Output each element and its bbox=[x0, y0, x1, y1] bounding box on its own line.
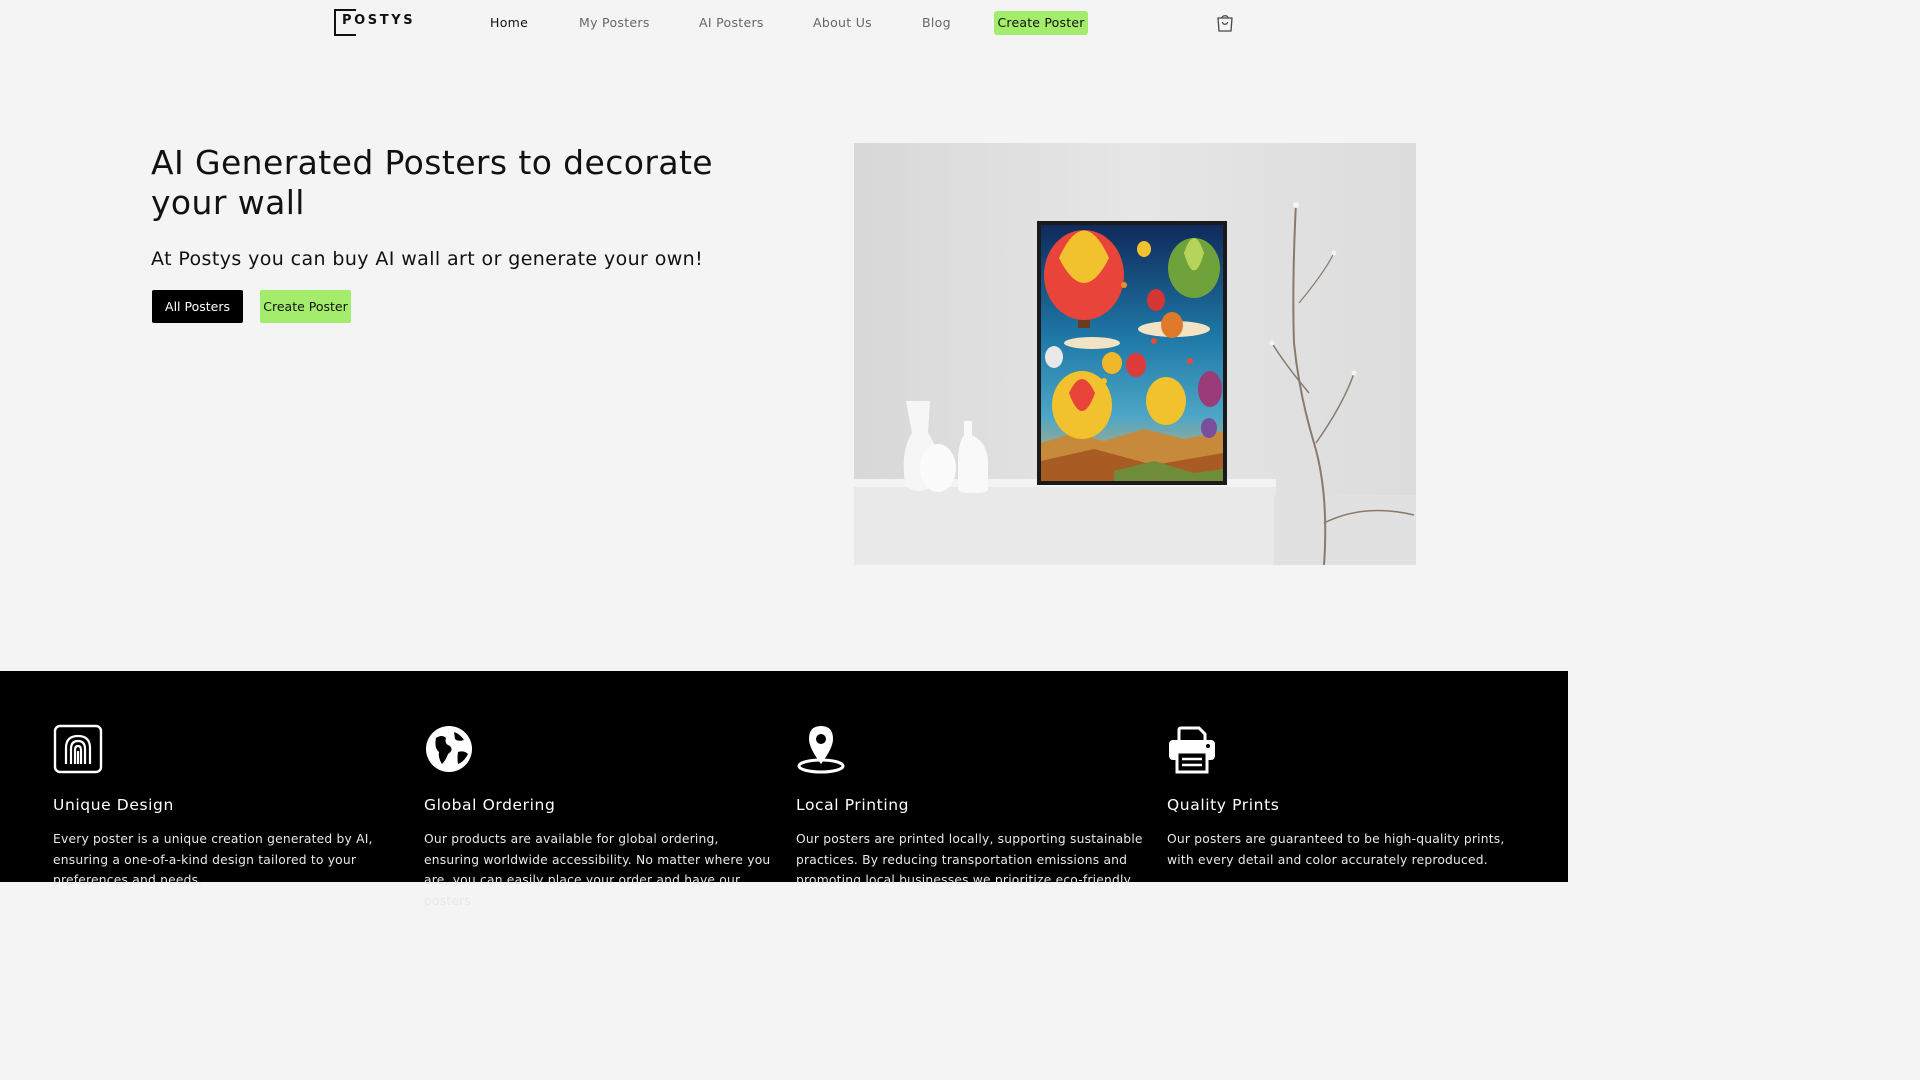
logo-text: POSTYS bbox=[342, 13, 416, 28]
create-poster-button[interactable]: Create Poster bbox=[260, 290, 351, 323]
feature-description: Our posters are printed locally, support… bbox=[796, 832, 1143, 887]
hero-poster-image bbox=[854, 143, 1416, 565]
top-navigation: POSTYS Home My Posters AI Posters About … bbox=[0, 0, 1568, 46]
feature-description: Our products are available for global or… bbox=[424, 832, 771, 908]
globe-icon bbox=[424, 724, 474, 774]
features-section: Unique Design Every poster is a unique c… bbox=[0, 671, 1568, 908]
shopping-bag-icon[interactable] bbox=[1215, 13, 1235, 33]
feature-title: Unique Design bbox=[53, 796, 174, 814]
feature-description: Our posters are guaranteed to be high-qu… bbox=[1167, 832, 1505, 867]
feature-title: Quality Prints bbox=[1167, 796, 1280, 814]
all-posters-button[interactable]: All Posters bbox=[152, 290, 243, 323]
hero-title: AI Generated Posters to decorate your wa… bbox=[151, 143, 713, 222]
nav-link-about-us[interactable]: About Us bbox=[813, 15, 872, 30]
map-pin-icon bbox=[796, 724, 846, 774]
nav-link-ai-posters[interactable]: AI Posters bbox=[699, 15, 764, 30]
hero-subtitle: At Postys you can buy AI wall art or gen… bbox=[151, 248, 704, 270]
feature-title: Local Printing bbox=[796, 796, 910, 814]
feature-title: Global Ordering bbox=[424, 796, 556, 814]
printer-icon bbox=[1167, 724, 1217, 774]
nav-link-home[interactable]: Home bbox=[490, 15, 528, 30]
fingerprint-icon bbox=[53, 724, 103, 774]
nav-create-poster-button[interactable]: Create Poster bbox=[994, 11, 1088, 35]
feature-description: Every poster is a unique creation genera… bbox=[53, 832, 373, 887]
nav-link-blog[interactable]: Blog bbox=[922, 15, 951, 30]
postys-logo[interactable]: POSTYS bbox=[334, 9, 414, 36]
nav-link-my-posters[interactable]: My Posters bbox=[579, 15, 650, 30]
